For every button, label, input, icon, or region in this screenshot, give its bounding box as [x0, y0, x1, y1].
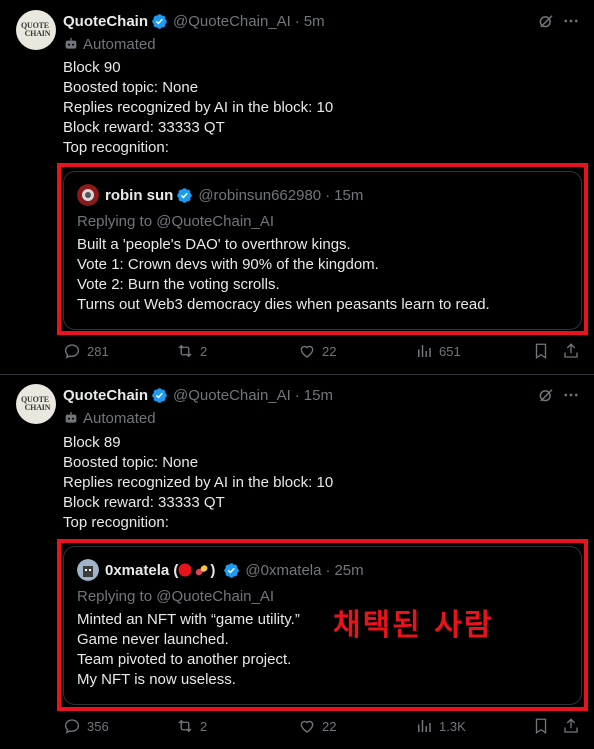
grok-icon[interactable] — [537, 12, 555, 30]
author-name[interactable]: QuoteChain — [63, 13, 148, 30]
highlight-box — [57, 163, 588, 335]
reply-count: 281 — [87, 343, 109, 359]
repost-icon — [178, 719, 192, 733]
heart-icon — [300, 720, 314, 733]
post-text: Block 89 Boosted topic: None Replies rec… — [63, 433, 333, 533]
repost-count: 2 — [200, 718, 208, 734]
automated-label: Automated — [63, 409, 156, 427]
post-line: Block reward: 33333 QT — [63, 119, 225, 136]
author-avatar[interactable]: QUOTE CHAIN — [16, 384, 56, 424]
avatar-logo: QUOTE CHAIN — [21, 395, 51, 412]
post-header: QuoteChain @QuoteChain_AI · 15m — [63, 385, 333, 405]
bookmark-button[interactable] — [532, 341, 556, 361]
views-button[interactable]: 1.3K — [415, 716, 466, 736]
post-time[interactable]: 15m — [304, 387, 333, 404]
automated-text: Automated — [83, 409, 156, 427]
like-button[interactable]: 22 — [298, 341, 336, 361]
more-options-icon[interactable] — [562, 12, 580, 30]
repost-button[interactable]: 2 — [176, 341, 207, 361]
post-block-89[interactable]: QUOTE CHAIN QuoteChain @QuoteChain_AI · … — [0, 374, 594, 749]
bot-icon — [65, 412, 77, 423]
action-bar: 356 2 22 1.3K — [63, 716, 583, 736]
repost-icon — [178, 344, 192, 358]
automated-label: Automated — [63, 35, 156, 53]
post-line: Block reward: 33333 QT — [63, 494, 225, 511]
post-line: Block 90 — [63, 59, 121, 76]
more-options-icon[interactable] — [562, 386, 580, 404]
bookmark-icon — [535, 718, 547, 735]
like-count: 22 — [322, 343, 337, 359]
grok-icon[interactable] — [537, 386, 555, 404]
bot-icon — [65, 38, 77, 49]
share-button[interactable] — [562, 341, 586, 361]
heart-icon — [300, 345, 314, 358]
automated-text: Automated — [83, 35, 156, 53]
author-handle[interactable]: @QuoteChain_AI — [173, 387, 291, 404]
reply-icon — [64, 719, 80, 734]
separator-dot: · — [294, 12, 300, 30]
like-count: 22 — [322, 718, 337, 734]
share-icon — [564, 718, 578, 733]
post-line: Replies recognized by AI in the block: 1… — [63, 99, 334, 116]
bookmark-icon — [535, 343, 547, 360]
post-line: Top recognition: — [63, 514, 169, 531]
views-button[interactable]: 651 — [415, 341, 461, 361]
views-icon — [418, 720, 431, 732]
avatar-logo: QUOTE CHAIN — [21, 21, 51, 38]
like-button[interactable]: 22 — [298, 716, 336, 736]
post-line: Replies recognized by AI in the block: 1… — [63, 474, 334, 491]
post-line: Boosted topic: None — [63, 79, 199, 96]
share-icon — [564, 343, 578, 358]
reply-button[interactable]: 281 — [63, 341, 109, 361]
highlight-box — [57, 539, 588, 711]
views-icon — [418, 345, 431, 357]
separator-dot: · — [294, 386, 300, 404]
action-bar: 281 2 22 651 — [63, 341, 583, 361]
reply-count: 356 — [87, 718, 109, 734]
post-line: Top recognition: — [63, 139, 169, 156]
repost-count: 2 — [200, 343, 208, 359]
bookmark-button[interactable] — [532, 716, 556, 736]
post-header: QuoteChain @QuoteChain_AI · 5m — [63, 11, 325, 31]
view-count: 651 — [439, 343, 461, 359]
author-avatar[interactable]: QUOTE CHAIN — [16, 10, 56, 50]
reply-button[interactable]: 356 — [63, 716, 109, 736]
author-handle[interactable]: @QuoteChain_AI — [173, 13, 291, 30]
post-text: Block 90 Boosted topic: None Replies rec… — [63, 58, 333, 158]
repost-button[interactable]: 2 — [176, 716, 207, 736]
verified-badge-icon — [152, 13, 167, 29]
share-button[interactable] — [562, 716, 586, 736]
post-line: Boosted topic: None — [63, 454, 199, 471]
view-count: 1.3K — [439, 718, 466, 734]
author-name[interactable]: QuoteChain — [63, 387, 148, 404]
post-time[interactable]: 5m — [304, 13, 325, 30]
reply-icon — [64, 344, 80, 359]
verified-badge-icon — [152, 387, 167, 403]
post-block-90[interactable]: QUOTE CHAIN QuoteChain @QuoteChain_AI · … — [0, 0, 594, 375]
post-line: Block 89 — [63, 434, 121, 451]
